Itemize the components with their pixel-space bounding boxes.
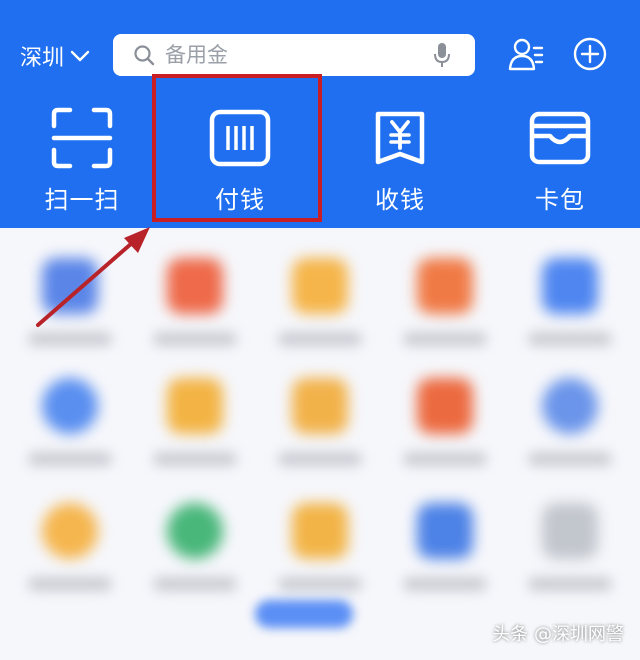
watermark: 头条 @深圳网警 (492, 624, 624, 645)
app-label-placeholder (153, 577, 237, 591)
grid-item[interactable] (140, 378, 250, 488)
grid-item[interactable] (140, 258, 250, 368)
grid-item[interactable] (15, 378, 125, 488)
search-bar[interactable]: 备用金 (113, 34, 475, 76)
app-icon (292, 258, 348, 314)
app-label-placeholder (528, 452, 612, 466)
app-label-placeholder (278, 452, 362, 466)
app-icon (167, 258, 223, 314)
grid-item[interactable] (265, 378, 375, 488)
highlight-box (152, 74, 322, 222)
app-icon (292, 503, 348, 559)
app-label-placeholder (403, 577, 487, 591)
yuan-receipt-icon (375, 111, 425, 165)
app-label-placeholder (153, 452, 237, 466)
app-label-placeholder (28, 452, 112, 466)
app-label-placeholder (28, 332, 112, 346)
app-icon (292, 378, 348, 434)
card-wallet-button[interactable]: 卡包 (495, 100, 625, 214)
city-selector[interactable]: 深圳 (20, 38, 90, 74)
grid-item[interactable] (390, 378, 500, 488)
grid-item[interactable] (390, 258, 500, 368)
app-icon (542, 258, 598, 314)
app-label-placeholder (278, 577, 362, 591)
scan-icon (51, 107, 113, 169)
app-label-placeholder (403, 332, 487, 346)
app-icon (167, 378, 223, 434)
grid-item[interactable] (515, 378, 625, 488)
app-label-placeholder (528, 332, 612, 346)
app-icon (417, 503, 473, 559)
app-icon (167, 503, 223, 559)
grid-item[interactable] (265, 503, 375, 613)
grid-item[interactable] (515, 503, 625, 613)
grid-item[interactable] (140, 503, 250, 613)
scan-label: 扫一扫 (44, 186, 120, 214)
grid-item[interactable] (15, 503, 125, 613)
wallet-icon (529, 111, 591, 165)
app-label-placeholder (28, 577, 112, 591)
app-label-placeholder (278, 332, 362, 346)
app-icon (42, 258, 98, 314)
grid-item[interactable] (515, 258, 625, 368)
app-grid-blurred (0, 228, 640, 660)
receive-label: 收钱 (375, 186, 425, 214)
grid-item[interactable] (390, 503, 500, 613)
app-label-placeholder (528, 577, 612, 591)
card-wallet-label: 卡包 (535, 186, 585, 214)
search-placeholder: 备用金 (165, 43, 228, 67)
app-icon (42, 378, 98, 434)
add-circle-icon[interactable] (572, 36, 608, 72)
grid-item[interactable] (265, 258, 375, 368)
app-icon (542, 378, 598, 434)
app-icon (417, 258, 473, 314)
scan-button[interactable]: 扫一扫 (17, 100, 147, 214)
app-icon (542, 503, 598, 559)
contacts-icon[interactable] (508, 36, 544, 72)
search-icon (134, 45, 155, 66)
microphone-icon[interactable] (433, 42, 451, 68)
app-icon (42, 503, 98, 559)
chevron-down-icon (70, 50, 90, 62)
more-pill-blurred[interactable] (255, 600, 353, 628)
app-label-placeholder (403, 452, 487, 466)
app-label-placeholder (153, 332, 237, 346)
city-label: 深圳 (20, 46, 65, 71)
app-icon (417, 378, 473, 434)
receive-button[interactable]: 收钱 (335, 100, 465, 214)
grid-item[interactable] (15, 258, 125, 368)
